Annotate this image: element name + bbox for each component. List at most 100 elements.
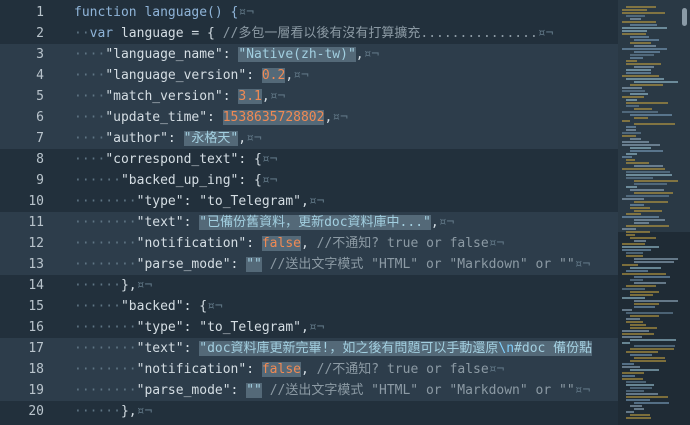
minimap-line (630, 237, 656, 239)
minimap-line (622, 363, 634, 365)
line-number: 9 (36, 173, 44, 188)
code-token: "match_version": (105, 89, 239, 104)
code-token: ······ (74, 404, 121, 419)
minimap-line (622, 309, 632, 311)
minimap-line (626, 270, 648, 272)
code-token: ······ (74, 173, 121, 188)
line-number: 8 (36, 152, 44, 167)
minimap-line (626, 255, 643, 257)
minimap-line (634, 81, 678, 83)
code-token: ········ (74, 257, 137, 272)
minimap-line (626, 393, 658, 395)
code-line: ····"update_time": 1538635728802,¤¬ (74, 107, 348, 128)
code-token: //送出文字模式 "HTML" or "Markdown" or "" (269, 383, 575, 398)
code-area[interactable]: function language() {¤¬ ··var language = … (62, 0, 618, 425)
minimap-line (626, 417, 651, 419)
minimap-line (626, 396, 668, 398)
code-token: }, (120, 278, 137, 293)
minimap-line (622, 375, 635, 377)
minimap-line (622, 246, 659, 248)
code-token: ¤¬ (261, 173, 278, 188)
minimap-line (634, 282, 666, 284)
code-token: ···· (74, 68, 106, 83)
minimap-line (634, 66, 654, 68)
minimap-line (622, 297, 645, 299)
minimap-line (630, 93, 648, 95)
code-token: , (238, 131, 247, 146)
code-token: ¤¬ (488, 236, 505, 251)
minimap-line (630, 267, 661, 269)
code-line: ····"language_version": 0.2,¤¬ (74, 65, 309, 86)
minimap-line (626, 126, 636, 128)
code-line: ········"parse_mode": "" //送出文字模式 "HTML"… (74, 380, 590, 401)
code-token: ¤¬ (238, 5, 255, 20)
line-number: 2 (36, 26, 44, 41)
line-number: 17 (28, 341, 44, 356)
minimap-line (626, 174, 672, 176)
line-number: 12 (28, 236, 44, 251)
minimap-line (634, 123, 675, 125)
minimap-line (626, 321, 643, 323)
code-token: ¤¬ (308, 194, 325, 209)
line-number: 13 (28, 257, 44, 272)
code-token: ······ (74, 299, 121, 314)
minimap-line (630, 114, 672, 116)
code-token: "notification": (136, 236, 262, 251)
minimap-line (634, 402, 669, 404)
minimap-line (622, 90, 645, 92)
code-token: "notification": (136, 362, 262, 377)
code-token: ········ (74, 194, 137, 209)
minimap-line (626, 105, 639, 107)
code-token: ¤¬ (207, 299, 223, 314)
code-line: ··var language = { //多包一層看以後有沒有打算擴充.....… (74, 23, 553, 44)
minimap-line (622, 264, 638, 266)
minimap-line (622, 273, 666, 275)
minimap-line (630, 279, 643, 281)
code-line: ········"notification": false, //不通知? tr… (74, 233, 504, 254)
code-token: , (285, 68, 294, 83)
code-line: ········"parse_mode": "" //送出文字模式 "HTML"… (74, 254, 590, 275)
code-token: "correspond_text": { (105, 152, 262, 167)
minimap-line (634, 39, 659, 41)
minimap[interactable] (618, 0, 690, 425)
code-token: ········ (74, 362, 137, 377)
line-number: 3 (36, 47, 44, 62)
code-token: "已備份舊資料，更新doc資料庫中..." (199, 215, 431, 230)
code-token: "doc資料庫更新完畢!，如之後有問題可以手動還原 (199, 341, 499, 356)
code-token: false (261, 362, 301, 377)
code-token: 0.2 (261, 68, 286, 83)
minimap-line (626, 69, 651, 71)
code-editor[interactable]: 1 2 3 4 5 6 7 8 9 10 11 12 13 14 15 16 17 18 19 20 function… (0, 0, 690, 425)
code-token: ···· (74, 89, 106, 104)
code-token: var (89, 26, 114, 41)
minimap-line (626, 399, 650, 401)
minimap-line (626, 177, 653, 179)
code-token: ¤¬ (332, 110, 348, 125)
code-token: "author": (105, 131, 184, 146)
minimap-line (626, 129, 636, 131)
code-token: ¤¬ (574, 257, 591, 272)
code-token: ¤¬ (136, 278, 153, 293)
minimap-line (626, 171, 670, 173)
code-token: //不通知? true or false (316, 236, 489, 251)
minimap-line (622, 330, 649, 332)
minimap-line (630, 327, 657, 329)
minimap-line (622, 216, 659, 218)
code-line: ······},¤¬ (74, 275, 152, 296)
minimap-line (622, 12, 665, 14)
line-number: 5 (36, 89, 44, 104)
minimap-line (626, 390, 644, 392)
code-token: ···· (74, 152, 106, 167)
minimap-line (622, 366, 640, 368)
code-token: ¤¬ (488, 362, 505, 377)
line-number: 16 (28, 320, 44, 335)
scrollbar-thumb[interactable] (682, 8, 687, 26)
code-token: "backed_up_ing": { (120, 173, 262, 188)
minimap-line (630, 204, 644, 206)
minimap-line (634, 300, 678, 302)
minimap-line (622, 111, 658, 113)
code-token: , (430, 215, 439, 230)
code-token: ···· (74, 110, 106, 125)
code-token: ········ (74, 341, 137, 356)
